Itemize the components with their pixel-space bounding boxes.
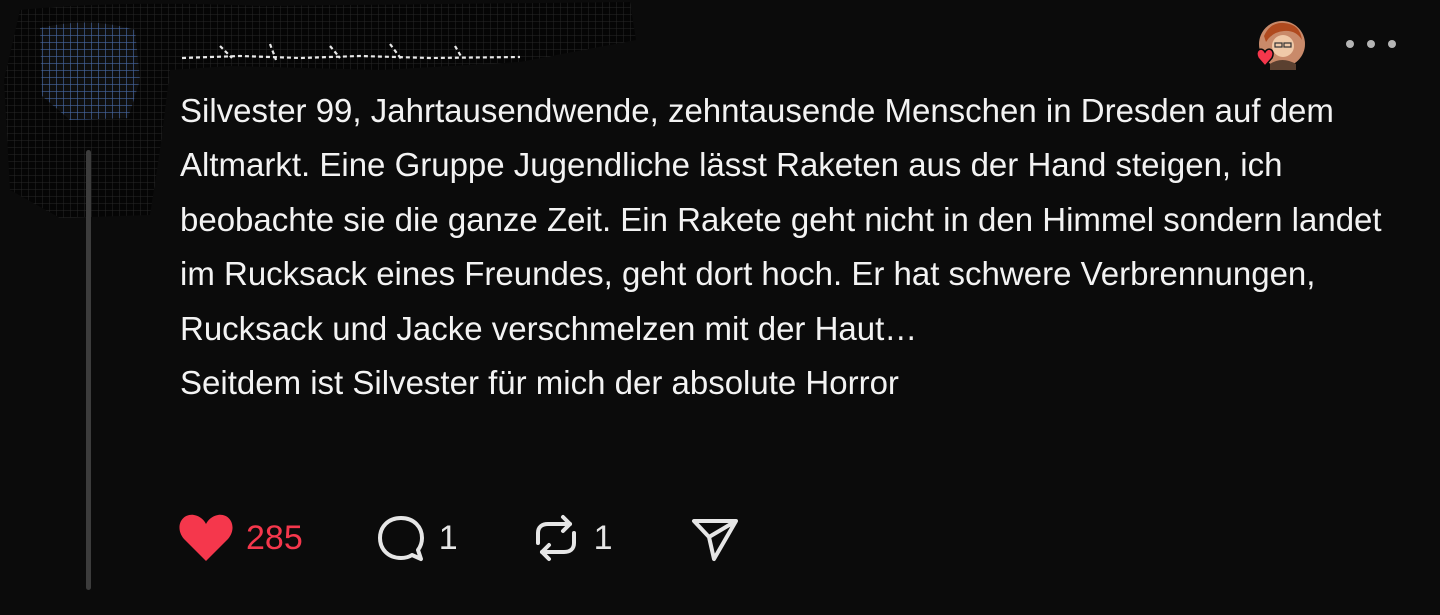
liker-avatar[interactable] <box>1256 20 1306 70</box>
author-avatar[interactable] <box>36 22 146 132</box>
more-options-button[interactable] <box>1346 30 1396 58</box>
post-card: Silvester 99, Jahrtausendwende, zehntaus… <box>0 0 1440 615</box>
repost-count: 1 <box>593 518 613 557</box>
share-icon <box>691 519 738 561</box>
comment-count: 1 <box>438 518 458 557</box>
more-icon-dot <box>1346 40 1354 48</box>
like-button[interactable]: 285 <box>178 513 303 563</box>
like-count: 285 <box>246 518 303 557</box>
author-username-redacted[interactable] <box>180 36 530 66</box>
thread-line <box>86 150 91 590</box>
share-button[interactable] <box>689 513 741 563</box>
comment-button[interactable]: 1 <box>375 513 458 563</box>
repost-icon <box>535 515 576 561</box>
repost-button[interactable]: 1 <box>530 513 613 563</box>
heart-icon <box>179 514 233 561</box>
post-body-text: Silvester 99, Jahrtausendwende, zehntaus… <box>180 92 1382 402</box>
more-icon-dot <box>1367 40 1375 48</box>
action-bar: 285 1 1 <box>178 508 741 568</box>
comment-icon <box>377 516 424 561</box>
more-icon-dot <box>1388 40 1396 48</box>
